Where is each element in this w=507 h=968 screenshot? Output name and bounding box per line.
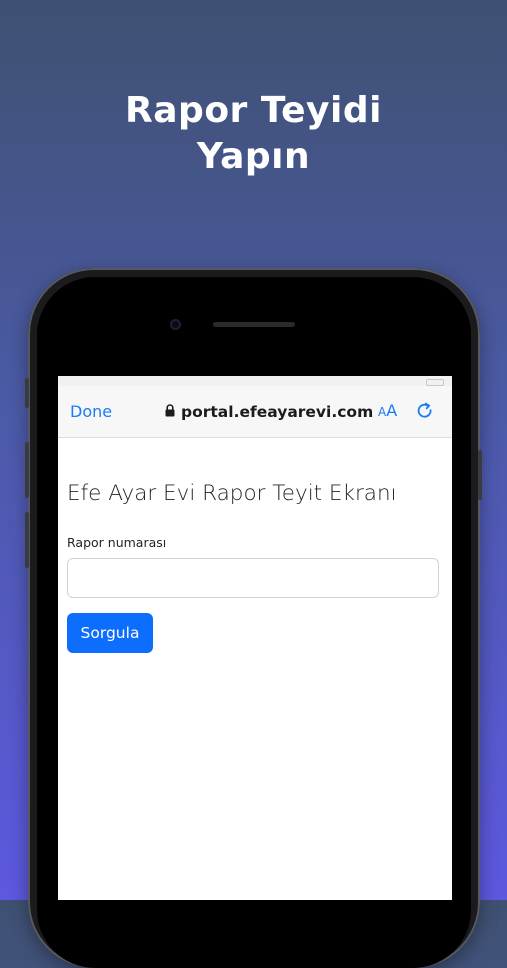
done-button[interactable]: Done: [70, 402, 112, 422]
front-camera: [170, 319, 181, 330]
headline: Rapor Teyidi Yapın: [0, 88, 507, 180]
lock-icon: [165, 402, 175, 422]
text-size-button[interactable]: AA: [378, 401, 397, 422]
mute-switch: [25, 378, 29, 408]
reload-icon[interactable]: [415, 401, 435, 425]
query-button[interactable]: Sorgula: [67, 613, 153, 653]
url-text: portal.efeayarevi.com: [181, 403, 374, 421]
status-bar: [58, 376, 452, 386]
phone-screen: Done portal.efeayarevi.com AA Efe Ayar E…: [58, 376, 452, 900]
text-size-big-glyph: A: [386, 401, 398, 420]
volume-up-button: [25, 442, 29, 498]
earpiece-speaker: [213, 322, 295, 327]
battery-icon: [426, 379, 444, 386]
page-title: Efe Ayar Evi Rapor Teyit Ekranı: [67, 481, 397, 506]
headline-line-1: Rapor Teyidi: [125, 90, 382, 131]
headline-line-2: Yapın: [196, 136, 311, 177]
browser-toolbar: Done portal.efeayarevi.com AA: [58, 386, 452, 438]
report-number-label: Rapor numarası: [67, 535, 167, 550]
text-size-small-glyph: A: [378, 405, 387, 419]
power-button: [478, 450, 482, 500]
report-number-input[interactable]: [67, 558, 439, 598]
volume-down-button: [25, 512, 29, 568]
address-bar[interactable]: portal.efeayarevi.com: [165, 402, 373, 422]
